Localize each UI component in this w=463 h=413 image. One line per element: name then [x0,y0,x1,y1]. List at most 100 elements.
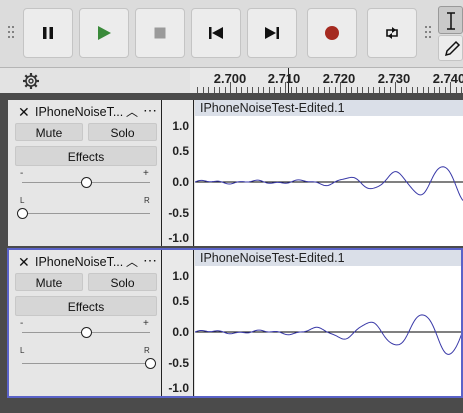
pan-right-label: R [144,196,150,205]
selection-tool-icon [447,12,455,30]
ruler-tick [285,82,286,93]
ruler-tick [257,87,259,93]
selection-tool-button[interactable] [438,6,463,34]
ruler-tick [389,87,391,93]
pause-button[interactable] [23,8,73,58]
pan-right-label: R [144,346,150,355]
collapse-chevron-icon[interactable]: ︿ [126,103,138,120]
skip-to-start-button[interactable] [191,8,241,58]
track-control-panel: ✕ IPhoneNoiseT... ︿ ⋯ Mute Solo Effects … [8,250,161,396]
ruler-tick-label: 2.730 [377,71,411,86]
record-button[interactable] [307,8,357,58]
clip-title[interactable]: IPhoneNoiseTest-Edited.1 [195,100,463,116]
waveform-graph [195,314,463,355]
pan-slider-track [22,213,150,214]
toolbar-grip[interactable] [8,26,14,40]
scale-label: -1.0 [168,231,189,245]
ruler-tick [367,87,369,93]
audio-track-1: ✕ IPhoneNoiseT... ︿ ⋯ Mute Solo Effects … [8,100,463,246]
solo-button[interactable]: Solo [88,273,157,291]
transport-toolbar [0,0,463,68]
tools-grip[interactable] [425,26,431,40]
ruler-tick [395,82,396,93]
amplitude-scale[interactable]: 1.0 0.5 0.0 -0.5 -1.0 [161,100,194,246]
ruler-tick [213,87,215,93]
ruler-tick [444,87,446,93]
ruler-tick [318,87,319,93]
draw-tool-button[interactable] [438,35,463,61]
ruler-tick [461,87,462,93]
ruler-tick [252,87,253,93]
close-track-icon[interactable]: ✕ [18,104,30,121]
gain-slider[interactable] [80,327,92,338]
mute-button[interactable]: Mute [15,123,83,141]
gain-plus-label: + [143,318,149,329]
effects-button[interactable]: Effects [15,146,157,166]
stop-button[interactable] [135,8,185,58]
track-name[interactable]: IPhoneNoiseT... [35,255,123,269]
ruler-tick [219,87,220,93]
loop-icon [386,27,398,39]
play-icon [98,26,111,40]
waveform-graph [195,166,463,201]
record-icon [325,26,339,40]
loop-button[interactable] [367,8,417,58]
ruler-tick [230,82,231,93]
pan-left-label: L [20,346,25,355]
ruler-tick [417,87,418,93]
ruler-tick [362,87,363,93]
effects-button[interactable]: Effects [15,296,157,316]
ruler-tick-label: 2.740 [432,71,463,86]
waveform-area[interactable]: IPhoneNoiseTest-Edited.1 [195,100,463,246]
amplitude-scale[interactable]: 1.0 0.5 0.0 -0.5 -1.0 [161,250,194,396]
skip-to-end-icon [265,27,279,39]
solo-button[interactable]: Solo [88,123,157,141]
ruler-tick [268,87,270,93]
ruler-tick [351,87,352,93]
scale-label: 0.0 [172,175,189,189]
mute-button[interactable]: Mute [15,273,83,291]
ruler-tick [296,87,297,93]
ruler-tick [307,87,308,93]
track-menu-icon[interactable]: ⋯ [143,252,158,269]
gain-slider[interactable] [80,177,92,188]
ruler-tick [439,87,440,93]
ruler-tick [301,87,303,93]
ruler-tick-label: 2.710 [267,71,301,86]
ruler-tick [356,87,358,93]
ruler-tick [384,87,385,93]
pan-slider[interactable] [16,208,28,219]
play-button[interactable] [79,8,129,58]
ruler-tick [455,87,457,93]
close-track-icon[interactable]: ✕ [18,254,30,271]
track-control-panel: ✕ IPhoneNoiseT... ︿ ⋯ Mute Solo Effects … [8,100,161,246]
collapse-chevron-icon[interactable]: ︿ [126,253,138,270]
ruler-tick [406,87,407,93]
ruler-tick [422,87,424,93]
audio-track-2: ✕ IPhoneNoiseT... ︿ ⋯ Mute Solo Effects … [8,250,463,396]
settings-button[interactable] [21,71,41,91]
track-name[interactable]: IPhoneNoiseT... [35,105,123,119]
skip-to-end-button[interactable] [247,8,297,58]
clip-title[interactable]: IPhoneNoiseTest-Edited.1 [195,250,463,266]
gain-minus-label: - [20,318,24,329]
ruler-tick [263,87,264,93]
scale-label: 0.5 [172,294,189,308]
ruler-tick [340,82,341,93]
playhead-marker [288,68,289,93]
ruler-tick [241,87,242,93]
gear-icon [23,73,39,89]
ruler-tick [290,87,292,93]
ruler-tick [197,87,198,93]
ruler-tick [378,87,380,93]
ruler-tick [428,87,429,93]
ruler-tick [323,87,325,93]
scale-label: 1.0 [172,119,189,133]
gain-minus-label: - [20,168,24,179]
pan-slider[interactable] [144,358,156,369]
waveform-area[interactable]: IPhoneNoiseTest-Edited.1 [195,250,463,396]
timeline-ruler[interactable]: 2.700 2.710 2.720 2.730 2.740 [190,68,463,93]
ruler-tick [345,87,347,93]
stop-icon [154,27,166,39]
track-menu-icon[interactable]: ⋯ [143,102,158,119]
